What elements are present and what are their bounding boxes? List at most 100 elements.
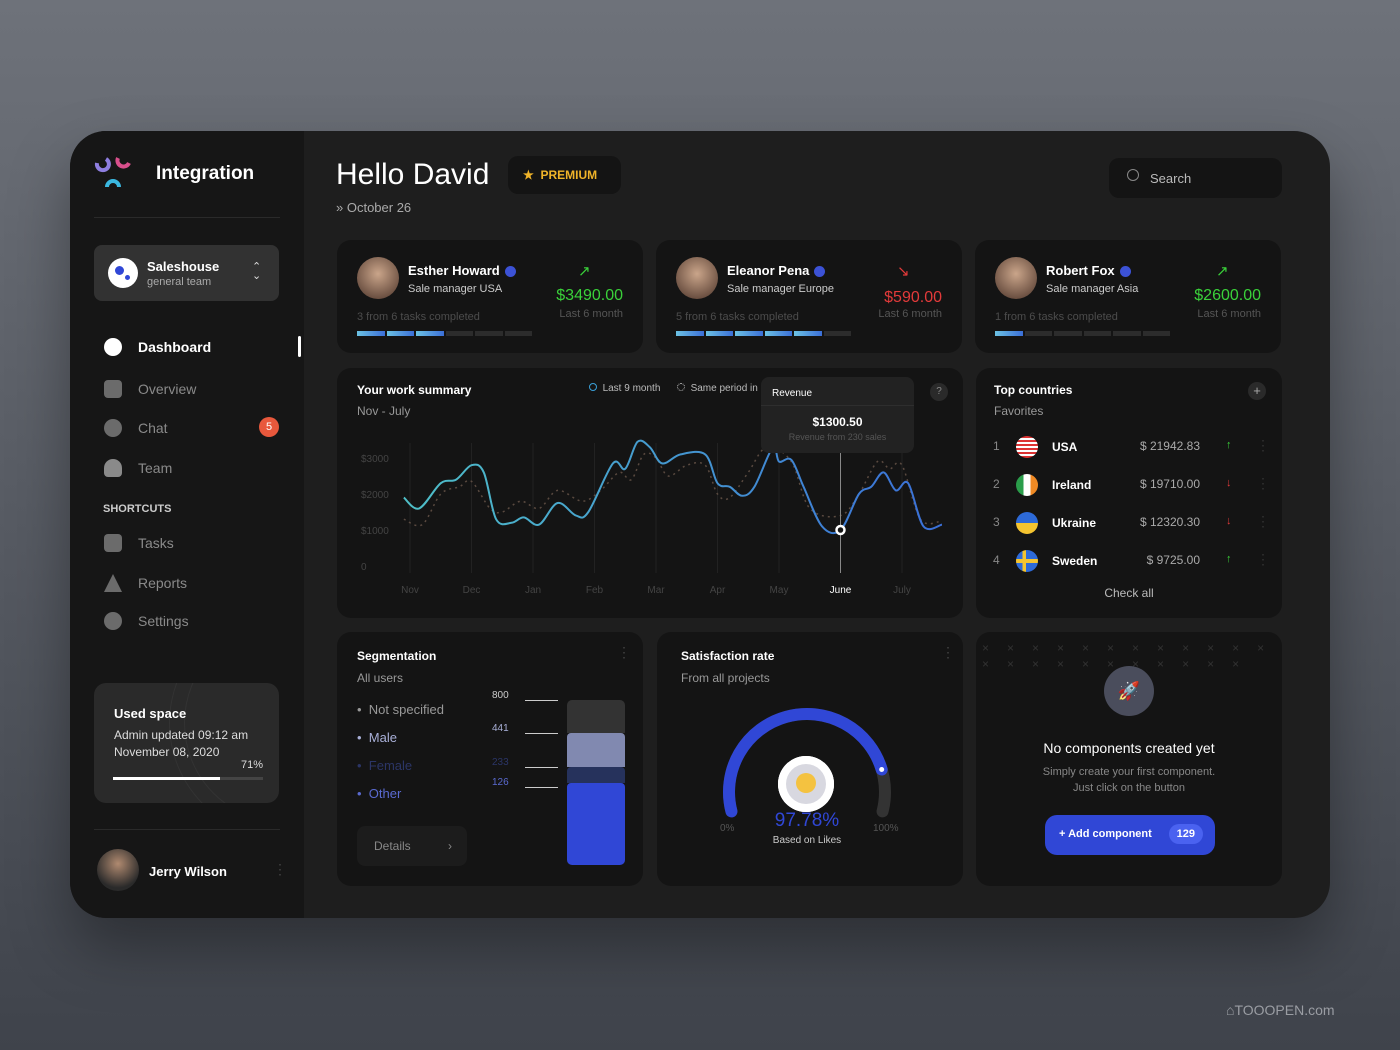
team-name: Saleshouse xyxy=(147,259,220,274)
sidebar-item-dashboard[interactable]: Dashboard xyxy=(104,338,211,356)
card-subtitle: Favorites xyxy=(994,404,1044,418)
add-country-button[interactable]: + xyxy=(1248,382,1266,400)
trend-up-icon: ↗ xyxy=(1216,263,1229,280)
y-tick-label: $1000 xyxy=(361,526,389,537)
tasks-progress xyxy=(676,331,851,336)
warning-icon xyxy=(104,574,122,592)
country-name: Ireland xyxy=(1052,478,1092,492)
card-subtitle: All users xyxy=(357,671,404,685)
x-tick-label: Apr xyxy=(710,585,726,596)
x-tick-label: Jan xyxy=(525,585,541,596)
segment-other xyxy=(567,783,625,865)
manager-name: Esther Howard xyxy=(408,263,500,278)
premium-badge: ★ PREMIUM xyxy=(508,156,621,194)
segment-value: 233 xyxy=(492,757,509,768)
empty-title: No components created yet xyxy=(1043,740,1215,756)
segment-value: 126 xyxy=(492,777,509,788)
app-title: Integration xyxy=(156,163,255,184)
y-tick-label: $3000 xyxy=(361,454,389,465)
sidebar-item-settings[interactable]: Settings xyxy=(104,612,189,630)
help-button[interactable]: ? xyxy=(930,383,948,401)
storage-card: Used space Admin updated 09:12 am Novemb… xyxy=(94,683,279,803)
sidebar-item-chat[interactable]: Chat xyxy=(104,419,168,437)
manager-amount: $590.00 xyxy=(884,289,942,306)
satisfaction-card: Satisfaction rate From all projects ⋮ 0%… xyxy=(657,632,963,886)
manager-period: Last 6 month xyxy=(1197,308,1261,320)
hover-point[interactable] xyxy=(835,524,846,536)
sidebar-item-label: Dashboard xyxy=(138,339,212,355)
segment-legend-item: • Other xyxy=(357,786,402,801)
flag-icon xyxy=(1016,550,1038,572)
segmentation-bar xyxy=(567,700,625,865)
country-row[interactable]: 3 Ukraine $ 12320.30 ↓ ⋮ xyxy=(976,512,1282,534)
search-input[interactable]: Search xyxy=(1109,158,1282,198)
more-icon[interactable]: ⋮ xyxy=(617,644,631,661)
country-row[interactable]: 2 Ireland $ 19710.00 ↓ ⋮ xyxy=(976,474,1282,496)
chat-icon xyxy=(104,419,122,437)
top-countries-card: Top countries Favorites + 1 USA $ 21942.… xyxy=(976,368,1282,618)
country-amount: $ 21942.83 xyxy=(1139,439,1200,453)
tasks-text: 1 from 6 tasks completed xyxy=(995,311,1118,323)
components-card: ×××××××××××× ××××××××××× 🚀 No components… xyxy=(976,632,1282,886)
segment-female xyxy=(567,767,625,783)
smiley-icon xyxy=(778,756,834,812)
avatar xyxy=(676,257,718,299)
more-icon[interactable]: ⋮ xyxy=(1256,513,1270,530)
more-icon[interactable]: ⋮ xyxy=(1256,551,1270,568)
app-window: Integration Saleshouse general team ⌃ ⌄ D… xyxy=(70,131,1330,918)
sidebar-item-label: Settings xyxy=(138,613,189,629)
segment-legend-item: • Female xyxy=(357,758,413,773)
tasks-text: 5 from 6 tasks completed xyxy=(676,311,799,323)
trend-up-icon: ↗ xyxy=(578,263,591,280)
manager-amount: $2600.00 xyxy=(1194,287,1261,304)
shortcuts-heading: SHORTCUTS xyxy=(103,503,172,515)
team-switcher[interactable]: Saleshouse general team ⌃ ⌄ xyxy=(94,245,279,301)
manager-card[interactable]: Esther Howard Sale manager USA 3 from 6 … xyxy=(337,240,643,353)
user-avatar[interactable] xyxy=(97,849,139,891)
verified-icon xyxy=(1119,266,1131,278)
satisfaction-value: 97.78% xyxy=(774,810,840,831)
tasks-progress xyxy=(357,331,532,336)
storage-title: Used space xyxy=(114,706,187,721)
arrow-up-icon: ↑ xyxy=(1226,553,1232,565)
add-component-button[interactable]: + Add component 129 xyxy=(1045,815,1215,855)
date-breadcrumb: » October 26 xyxy=(336,200,412,215)
country-row[interactable]: 4 Sweden $ 9725.00 ↑ ⋮ xyxy=(976,550,1282,572)
x-tick-label: May xyxy=(770,585,789,596)
manager-card[interactable]: Robert Fox Sale manager Asia 1 from 6 ta… xyxy=(975,240,1281,353)
country-row[interactable]: 1 USA $ 21942.83 ↑ ⋮ xyxy=(976,436,1282,458)
avatar xyxy=(995,257,1037,299)
sidebar-item-label: Team xyxy=(138,460,173,476)
verified-icon xyxy=(814,266,826,278)
sidebar-item-reports[interactable]: Reports xyxy=(104,574,187,592)
x-tick-label: Feb xyxy=(586,585,604,596)
star-icon: ★ xyxy=(523,168,534,182)
watermark: ⌂TOOOPEN.com xyxy=(1226,1002,1335,1018)
sidebar: Integration Saleshouse general team ⌃ ⌄ D… xyxy=(70,131,304,918)
details-button[interactable]: Details › xyxy=(357,826,467,866)
trend-down-icon: ↘ xyxy=(897,263,910,280)
document-icon xyxy=(104,534,122,552)
card-title: Segmentation xyxy=(357,649,437,663)
more-icon[interactable]: ⋮ xyxy=(1256,437,1270,454)
check-all-link[interactable]: Check all xyxy=(976,586,1282,600)
manager-card[interactable]: Eleanor Pena Sale manager Europe 5 from … xyxy=(656,240,962,353)
more-icon[interactable]: ⋮ xyxy=(1256,475,1270,492)
gauge-marker xyxy=(879,766,885,772)
segment-male xyxy=(567,733,625,767)
segment-not-specified xyxy=(567,700,625,733)
active-indicator xyxy=(298,336,301,357)
more-icon[interactable]: ⋮ xyxy=(273,861,287,878)
pie-chart-icon xyxy=(104,338,122,356)
verified-icon xyxy=(504,266,516,278)
segmentation-card: Segmentation All users ⋮ • Not specified… xyxy=(337,632,643,886)
country-name: Ukraine xyxy=(1052,516,1097,530)
sidebar-item-tasks[interactable]: Tasks xyxy=(104,534,174,552)
manager-role: Sale manager USA xyxy=(408,283,503,295)
sidebar-item-overview[interactable]: Overview xyxy=(104,380,196,398)
segment-value: 441 xyxy=(492,723,509,734)
sidebar-item-team[interactable]: Team xyxy=(104,459,172,477)
tasks-text: 3 from 6 tasks completed xyxy=(357,311,480,323)
flag-icon xyxy=(1016,436,1038,458)
manager-role: Sale manager Europe xyxy=(727,283,835,295)
